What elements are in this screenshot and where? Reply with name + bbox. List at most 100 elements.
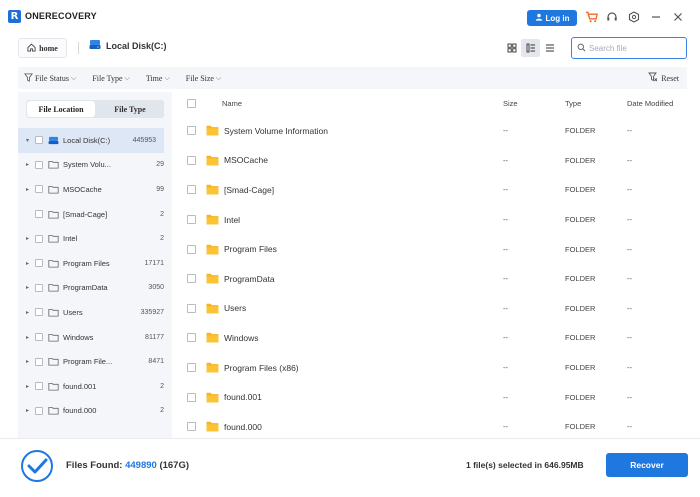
header-name[interactable]: Name	[222, 99, 503, 108]
reset-filters-button[interactable]: Reset	[648, 72, 679, 84]
reset-filter-icon	[648, 72, 658, 84]
row-name-cell: System Volume Information	[206, 125, 503, 136]
expand-arrow-icon[interactable]: ▸	[26, 284, 35, 291]
tree-item[interactable]: ▸ Program File... 8471	[26, 349, 172, 374]
filter-file-status[interactable]: File Status ⌵	[24, 72, 76, 84]
row-type: FOLDER	[565, 126, 596, 136]
filter-file-type[interactable]: File Type ⌵	[92, 74, 130, 83]
tree-checkbox[interactable]	[35, 283, 43, 292]
tree-item[interactable]: ▸ Users 335927	[26, 300, 172, 325]
header-date-modified[interactable]: Date Modified	[627, 99, 688, 108]
table-row[interactable]: found.000 -- FOLDER --	[178, 412, 688, 438]
search-input[interactable]	[589, 43, 679, 53]
chevron-down-icon: ⌵	[215, 73, 222, 82]
table-row[interactable]: Program Files -- FOLDER --	[178, 234, 688, 264]
select-all-checkbox[interactable]	[187, 98, 196, 108]
detail-list-view-icon[interactable]	[521, 39, 540, 57]
collapse-arrow-icon[interactable]: ▾	[26, 137, 35, 144]
tree-checkbox[interactable]	[35, 160, 43, 169]
row-type: FOLDER	[565, 155, 596, 165]
tree-item[interactable]: ▸ Windows 81177	[26, 325, 172, 350]
tree-item[interactable]: ▸ Program Files 17171	[26, 251, 172, 276]
tree-item[interactable]: [Smad-Cage] 2	[26, 202, 172, 227]
header-type[interactable]: Type	[565, 99, 627, 108]
tree-item-name: MSOCache	[63, 184, 102, 194]
tree-item[interactable]: ▸ MSOCache 99	[26, 177, 172, 202]
breadcrumb-current: Local Disk(C:)	[106, 40, 167, 51]
expand-arrow-icon[interactable]: ▸	[26, 383, 35, 390]
grid-view-icon[interactable]	[502, 39, 521, 57]
tree-checkbox[interactable]	[35, 308, 43, 317]
tree-item-name: ProgramData	[63, 283, 108, 293]
tab-file-location[interactable]: File Location	[27, 101, 95, 117]
expand-arrow-icon[interactable]: ▸	[26, 186, 35, 193]
row-checkbox[interactable]	[187, 333, 196, 343]
tree-checkbox[interactable]	[35, 357, 43, 366]
tree-checkbox[interactable]	[35, 333, 43, 342]
login-button[interactable]: Log in	[527, 10, 577, 26]
tree-checkbox[interactable]	[35, 259, 43, 268]
tree-item[interactable]: ▸ ProgramData 3050	[26, 276, 172, 301]
table-row[interactable]: Windows -- FOLDER --	[178, 323, 688, 353]
expand-arrow-icon[interactable]: ▸	[26, 358, 35, 365]
minimize-icon[interactable]	[648, 9, 664, 25]
row-checkbox[interactable]	[187, 422, 196, 432]
expand-arrow-icon[interactable]: ▸	[26, 334, 35, 341]
folder-outline-icon	[48, 283, 59, 292]
row-checkbox[interactable]	[187, 274, 196, 284]
row-checkbox[interactable]	[187, 155, 196, 165]
row-checkbox[interactable]	[187, 126, 196, 136]
table-row[interactable]: Intel -- FOLDER --	[178, 205, 688, 235]
list-view-icon[interactable]	[540, 39, 559, 57]
cart-icon[interactable]	[583, 9, 599, 25]
row-checkbox[interactable]	[187, 215, 196, 225]
expand-arrow-icon[interactable]: ▸	[26, 309, 35, 316]
tree-checkbox[interactable]	[35, 210, 43, 219]
row-checkbox[interactable]	[187, 303, 196, 313]
table-row[interactable]: found.001 -- FOLDER --	[178, 382, 688, 412]
row-checkbox[interactable]	[187, 363, 196, 373]
row-checkbox[interactable]	[187, 392, 196, 402]
filter-file-status-label: File Status	[35, 73, 70, 83]
home-label: home	[39, 43, 58, 53]
expand-arrow-icon[interactable]: ▸	[26, 260, 35, 267]
selection-summary: 1 file(s) selected in 646.95MB	[466, 460, 584, 470]
header-size[interactable]: Size	[503, 99, 565, 108]
filter-file-size[interactable]: File Size ⌵	[186, 74, 222, 83]
folder-outline-icon	[48, 234, 59, 243]
row-size: --	[503, 303, 508, 313]
table-row[interactable]: [Smad-Cage] -- FOLDER --	[178, 175, 688, 205]
row-checkbox[interactable]	[187, 185, 196, 195]
table-row[interactable]: Program Files (x86) -- FOLDER --	[178, 353, 688, 383]
folder-icon	[206, 214, 219, 225]
settings-hex-icon[interactable]	[626, 9, 642, 25]
expand-arrow-icon[interactable]: ▸	[26, 235, 35, 242]
tree-checkbox[interactable]	[35, 185, 43, 194]
expand-arrow-icon[interactable]: ▸	[26, 161, 35, 168]
close-icon[interactable]	[670, 9, 686, 25]
tree-checkbox[interactable]	[35, 382, 43, 391]
files-found-summary: Files Found: 449890 (167G)	[66, 460, 189, 471]
tree-checkbox[interactable]	[35, 136, 43, 145]
recover-button[interactable]: Recover	[606, 453, 688, 477]
home-button[interactable]: home	[18, 38, 67, 58]
table-row[interactable]: System Volume Information -- FOLDER --	[178, 116, 688, 146]
row-name-cell: found.001	[206, 392, 503, 403]
tree-item[interactable]: ▸ Intel 2	[26, 226, 172, 251]
tree-checkbox[interactable]	[35, 234, 43, 243]
row-checkbox[interactable]	[187, 244, 196, 254]
breadcrumb[interactable]: Local Disk(C:)	[89, 39, 167, 52]
support-headset-icon[interactable]	[604, 9, 620, 25]
table-row[interactable]: MSOCache -- FOLDER --	[178, 146, 688, 176]
expand-arrow-icon[interactable]: ▸	[26, 407, 35, 414]
tree-item[interactable]: ▸ found.000 2	[26, 399, 172, 424]
tree-item[interactable]: ▸ System Volu... 29	[26, 153, 172, 178]
disk-icon	[89, 39, 101, 52]
tab-file-type[interactable]: File Type	[96, 100, 164, 118]
table-row[interactable]: Users -- FOLDER --	[178, 294, 688, 324]
filter-time[interactable]: Time ⌵	[146, 74, 170, 83]
tree-checkbox[interactable]	[35, 406, 43, 415]
tree-item-root[interactable]: ▾ Local Disk(C:) 445953	[18, 128, 164, 153]
tree-item[interactable]: ▸ found.001 2	[26, 374, 172, 399]
table-row[interactable]: ProgramData -- FOLDER --	[178, 264, 688, 294]
